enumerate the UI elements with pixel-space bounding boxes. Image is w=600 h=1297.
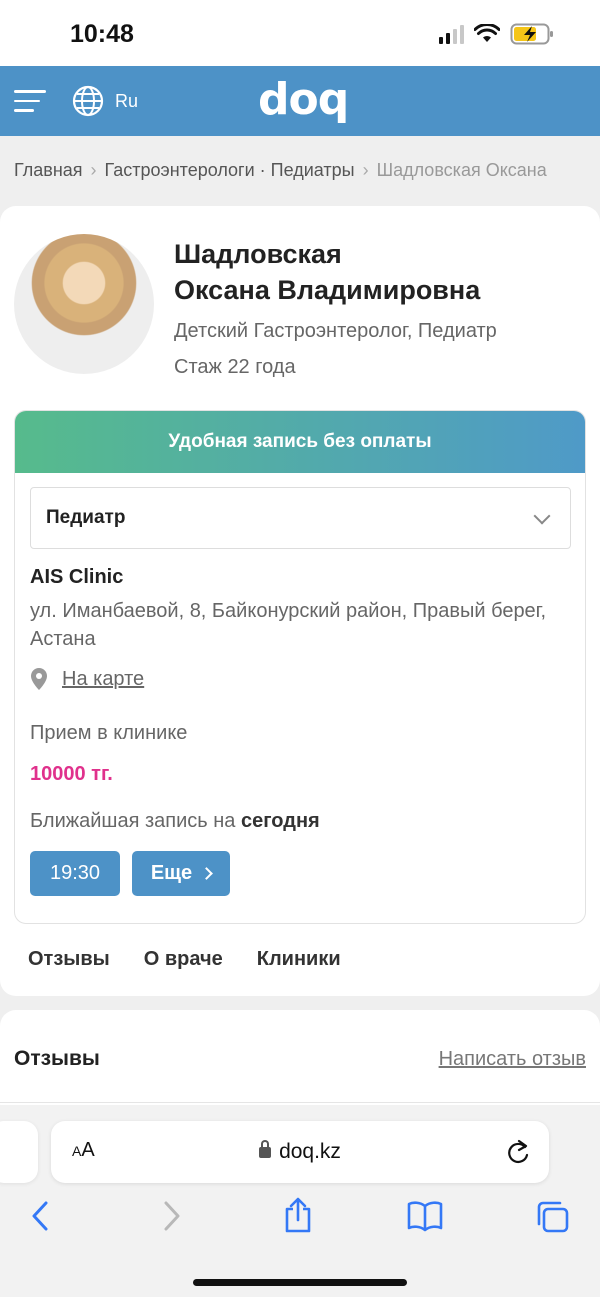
browser-toolbar: AA doq.kz	[0, 1105, 600, 1297]
doctor-name-line2: Оксана Владимировна	[174, 275, 481, 305]
nearest-appointment: Ближайшая запись на сегодня	[30, 810, 320, 833]
status-bar: 10:48	[0, 0, 600, 66]
tab-reviews[interactable]: Отзывы	[28, 948, 110, 971]
chevron-right-icon	[200, 867, 214, 880]
doctor-avatar	[14, 234, 154, 374]
reviews-title: Отзывы	[14, 1047, 100, 1070]
doctor-name-line1: Шадловская	[174, 239, 342, 269]
write-review-link[interactable]: Написать отзыв	[439, 1048, 586, 1071]
map-pin-icon	[31, 668, 47, 690]
more-slots-label: Еще	[150, 862, 193, 884]
site-header: Ru doq	[0, 66, 600, 136]
doctor-card: Шадловская Оксана Владимировна Детский Г…	[0, 206, 600, 996]
map-link[interactable]: На карте	[62, 668, 144, 691]
specialty-select[interactable]: Педиатр	[30, 487, 571, 549]
globe-icon[interactable]	[72, 85, 104, 117]
menu-icon[interactable]	[14, 90, 46, 114]
signal-icon	[439, 24, 464, 44]
status-time: 10:48	[70, 20, 134, 48]
site-logo[interactable]: doq	[258, 74, 349, 125]
specialty-select-value: Педиатр	[46, 507, 126, 528]
nearest-prefix: Ближайшая запись на	[30, 810, 236, 832]
tab-clinics[interactable]: Клиники	[257, 948, 341, 971]
url-text: doq.kz	[279, 1140, 341, 1163]
doctor-name: Шадловская Оксана Владимировна	[174, 236, 574, 308]
visit-type: Прием в клинике	[30, 722, 188, 744]
lock-icon	[259, 1140, 272, 1158]
reload-icon[interactable]	[505, 1138, 531, 1166]
map-row: На карте	[30, 667, 144, 691]
breadcrumb-current: Шадловская Оксана	[376, 160, 547, 180]
breadcrumb-category[interactable]: Гастроэнтерологи · Педиатры	[105, 160, 355, 180]
bookmarks-icon[interactable]	[406, 1200, 444, 1232]
breadcrumb-separator: ›	[90, 160, 97, 180]
reviews-section: Отзывы Написать отзыв	[0, 1010, 600, 1120]
previous-tab-preview[interactable]	[0, 1121, 38, 1183]
booking-panel: Удобная запись без оплаты Педиатр AIS Cl…	[14, 410, 586, 924]
share-icon[interactable]	[282, 1196, 314, 1234]
divider	[0, 1102, 600, 1103]
address-bar[interactable]: AA doq.kz	[51, 1121, 549, 1183]
breadcrumb-separator: ›	[362, 160, 369, 180]
clinic-name[interactable]: AIS Clinic	[30, 566, 123, 589]
breadcrumb: Главная › Гастроэнтерологи · Педиатры › Шадл…	[14, 160, 600, 181]
nearest-day: сегодня	[240, 810, 320, 832]
status-icons	[439, 22, 556, 46]
language-switcher[interactable]: Ru	[115, 91, 138, 112]
doctor-experience: Стаж 22 года	[174, 356, 296, 378]
booking-banner: Удобная запись без оплаты	[15, 411, 585, 473]
browser-nav	[0, 1197, 600, 1240]
doctor-specialty: Детский Гастроэнтеролог, Педиатр	[174, 320, 497, 342]
wifi-icon	[474, 24, 500, 42]
forward-icon[interactable]	[160, 1200, 182, 1232]
tab-about[interactable]: О враче	[144, 948, 223, 971]
home-indicator	[193, 1279, 407, 1286]
time-slot-button[interactable]: 19:30	[30, 851, 120, 896]
more-slots-button[interactable]: Еще	[132, 851, 230, 896]
tabs-icon[interactable]	[535, 1200, 571, 1234]
visit-price: 10000 тг.	[30, 763, 113, 785]
breadcrumb-home[interactable]: Главная	[14, 160, 83, 180]
back-icon[interactable]	[30, 1200, 52, 1232]
chevron-down-icon	[533, 507, 551, 525]
battery-icon	[510, 23, 553, 45]
url-display[interactable]: doq.kz	[51, 1140, 549, 1164]
clinic-address: ул. Иманбаевой, 8, Байконурский район, П…	[30, 600, 547, 650]
profile-tabs: Отзывы О враче Клиники	[28, 948, 341, 971]
